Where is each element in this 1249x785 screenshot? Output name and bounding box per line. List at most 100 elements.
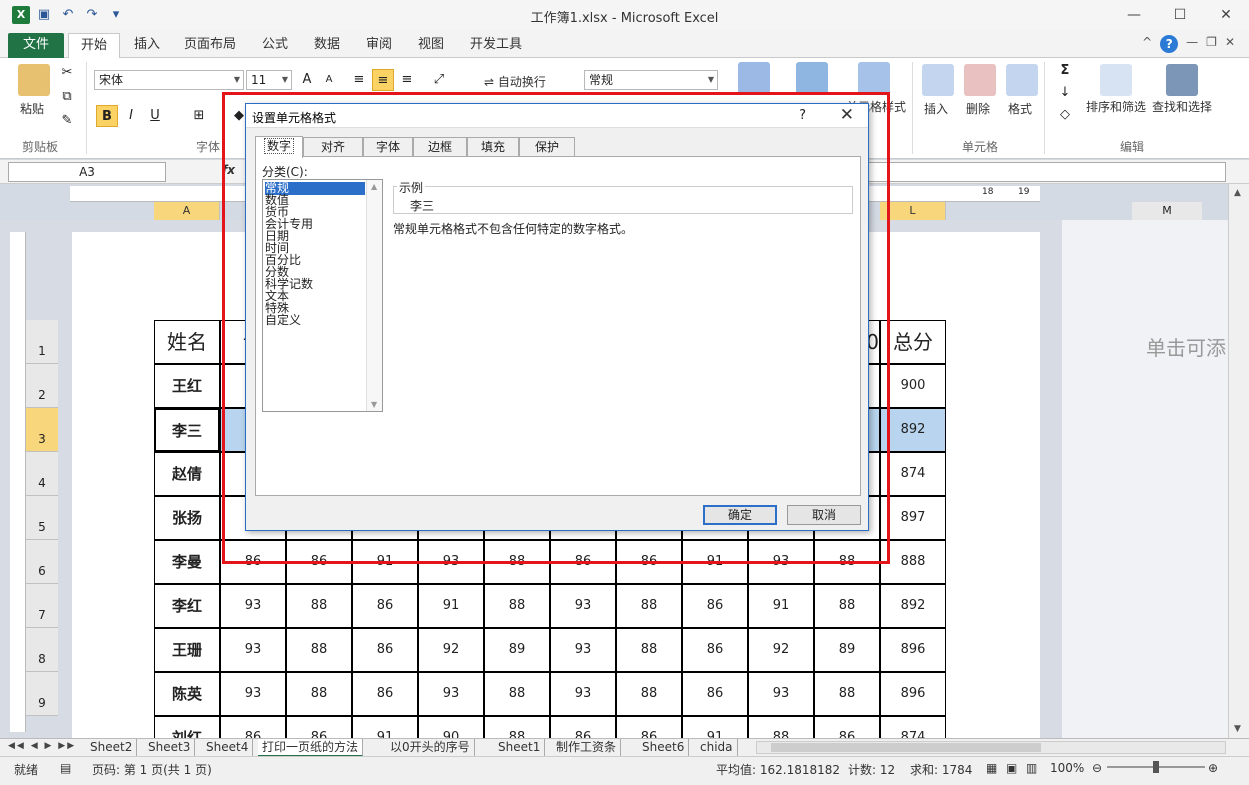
scroll-down-icon[interactable]: ▼ <box>371 400 377 409</box>
scroll-up-icon[interactable]: ▲ <box>371 182 377 191</box>
align-bottom-icon[interactable]: ≡ <box>396 69 418 91</box>
sheet-tab[interactable]: Sheet2 <box>86 739 138 757</box>
insert-cells-icon[interactable] <box>922 64 954 96</box>
sheet-tab[interactable]: Sheet3 <box>144 739 196 757</box>
sheet-navigation-icons[interactable]: ◀◀ ◀ ▶ ▶▶ <box>8 741 76 751</box>
table-cell-score[interactable]: 86 <box>352 672 418 716</box>
sheet-tab[interactable]: 制作工资条 <box>552 739 622 757</box>
table-cell-score[interactable]: 91 <box>748 584 814 628</box>
table-cell-score[interactable]: 93 <box>550 672 616 716</box>
sort-filter-icon[interactable] <box>1100 64 1132 96</box>
font-name-select[interactable]: 宋体 ▼ <box>94 70 244 90</box>
column-header-a[interactable]: A <box>154 202 220 220</box>
page-layout-view-icon[interactable]: ▣ <box>1006 761 1017 775</box>
table-cell-score[interactable]: 93 <box>748 672 814 716</box>
underline-button[interactable]: U <box>144 105 166 127</box>
table-cell-score[interactable]: 86 <box>682 672 748 716</box>
row-header[interactable]: 5 <box>26 496 58 540</box>
table-cell-score[interactable]: 89 <box>484 628 550 672</box>
table-cell-total[interactable]: 874 <box>880 452 946 496</box>
dialog-tab-alignment[interactable]: 对齐 <box>303 137 363 157</box>
workbook-close-icon[interactable]: ✕ <box>1225 35 1235 53</box>
fill-icon[interactable]: ↓ <box>1054 82 1076 104</box>
autosum-button[interactable]: Σ <box>1054 60 1076 82</box>
dialog-tab-fill[interactable]: 填充 <box>467 137 519 157</box>
table-cell-score[interactable]: 92 <box>748 628 814 672</box>
row-header[interactable]: 1 <box>26 320 58 364</box>
table-cell-score[interactable]: 88 <box>616 628 682 672</box>
table-cell-score[interactable]: 91 <box>418 584 484 628</box>
format-as-table-icon[interactable] <box>796 62 828 94</box>
sheet-tab[interactable]: 以0开头的序号 <box>386 739 475 757</box>
table-cell-score[interactable]: 88 <box>616 584 682 628</box>
table-cell-total[interactable]: 892 <box>880 408 946 452</box>
delete-cells-icon[interactable] <box>964 64 996 96</box>
minimize-ribbon-icon[interactable]: ^ <box>1142 35 1152 53</box>
table-cell-score[interactable]: 93 <box>418 540 484 584</box>
table-cell-name[interactable]: 王红 <box>154 364 220 408</box>
table-cell-score[interactable]: 88 <box>286 584 352 628</box>
format-painter-icon[interactable]: ✎ <box>56 110 78 132</box>
table-cell-name[interactable]: 王珊 <box>154 628 220 672</box>
table-cell-score[interactable]: 93 <box>748 540 814 584</box>
wrap-text-button[interactable]: ⇌ 自动换行 <box>484 73 546 90</box>
zoom-slider-knob[interactable] <box>1153 761 1159 773</box>
help-icon[interactable]: ? <box>1160 35 1179 53</box>
category-scrollbar[interactable]: ▲ ▼ <box>366 180 382 411</box>
row-header[interactable]: 7 <box>26 584 58 628</box>
format-cells-label[interactable]: 格式 <box>1008 100 1032 117</box>
zoom-out-icon[interactable]: ⊖ <box>1092 761 1102 775</box>
workbook-restore-icon[interactable]: ❐ <box>1206 35 1217 53</box>
cancel-button[interactable]: 取消 <box>787 505 861 525</box>
macro-record-icon[interactable]: ▤ <box>60 761 71 775</box>
row-header[interactable]: 9 <box>26 672 58 716</box>
page-break-view-icon[interactable]: ▥ <box>1026 761 1037 775</box>
dialog-tab-border[interactable]: 边框 <box>413 137 467 157</box>
bold-button[interactable]: B <box>96 105 118 127</box>
tab-page-layout[interactable]: 页面布局 <box>172 33 248 58</box>
table-cell-name[interactable]: 赵倩 <box>154 452 220 496</box>
paste-icon[interactable] <box>18 64 50 96</box>
dialog-tab-number[interactable]: 数字 <box>255 136 303 158</box>
number-format-select[interactable]: 常规 ▼ <box>584 70 718 90</box>
table-cell-score[interactable]: 93 <box>220 584 286 628</box>
row-header[interactable]: 2 <box>26 364 58 408</box>
table-cell-score[interactable]: 88 <box>616 672 682 716</box>
sheet-tab[interactable]: Sheet6 <box>638 739 690 757</box>
table-cell-score[interactable]: 86 <box>682 584 748 628</box>
table-cell-score[interactable]: 86 <box>286 540 352 584</box>
maximize-button[interactable]: ☐ <box>1157 0 1203 30</box>
find-select-label[interactable]: 查找和选择 <box>1152 98 1212 115</box>
grow-font-button[interactable]: A <box>296 69 318 91</box>
table-cell-score[interactable]: 88 <box>484 540 550 584</box>
tab-formulas[interactable]: 公式 <box>250 33 300 58</box>
category-list[interactable]: 常规 数值 货币 会计专用 日期 时间 百分比 分数 科学记数 文本 特殊 自定… <box>262 179 383 412</box>
tab-home[interactable]: 开始 <box>68 33 121 58</box>
zoom-in-icon[interactable]: ⊕ <box>1208 761 1218 775</box>
font-size-select[interactable]: 11 ▼ <box>246 70 292 90</box>
scroll-down-icon[interactable]: ▼ <box>1234 724 1241 734</box>
dialog-help-button[interactable]: ? <box>799 108 806 123</box>
delete-cells-label[interactable]: 删除 <box>966 100 990 117</box>
ok-button[interactable]: 确定 <box>703 505 777 525</box>
dialog-tab-protection[interactable]: 保护 <box>519 137 575 157</box>
cell-styles-icon[interactable] <box>858 62 890 94</box>
scroll-thumb[interactable] <box>771 743 1041 752</box>
row-header[interactable]: 6 <box>26 540 58 584</box>
tab-insert[interactable]: 插入 <box>122 33 172 58</box>
tab-view[interactable]: 视图 <box>406 33 456 58</box>
table-cell-name[interactable]: 李红 <box>154 584 220 628</box>
table-cell-score[interactable]: 93 <box>220 672 286 716</box>
category-item-custom[interactable]: 自定义 <box>265 314 365 327</box>
column-header-m[interactable]: M <box>1132 202 1202 220</box>
tab-developer[interactable]: 开发工具 <box>458 33 534 58</box>
table-cell-name[interactable]: 张扬 <box>154 496 220 540</box>
table-cell-score[interactable]: 88 <box>286 672 352 716</box>
tab-review[interactable]: 审阅 <box>354 33 404 58</box>
table-cell-score[interactable]: 91 <box>682 540 748 584</box>
table-cell-score[interactable]: 88 <box>484 672 550 716</box>
table-cell-score[interactable]: 86 <box>550 540 616 584</box>
vertical-scrollbar[interactable]: ▲ ▼ <box>1228 184 1249 738</box>
orientation-icon[interactable]: ⤢ <box>428 69 450 91</box>
tab-data[interactable]: 数据 <box>302 33 352 58</box>
